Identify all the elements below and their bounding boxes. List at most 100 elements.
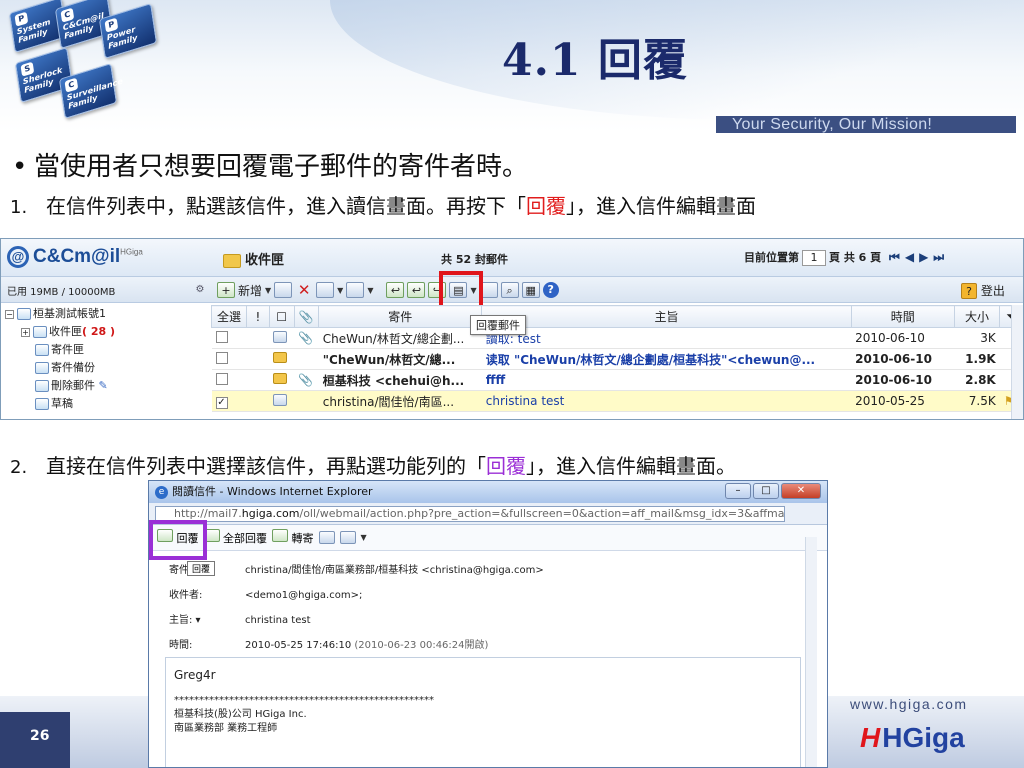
- inbox-icon: [33, 326, 47, 338]
- mark-dropdown-icon[interactable]: ▼: [367, 286, 373, 295]
- subject-toggle[interactable]: 主旨: ▾: [169, 611, 245, 631]
- reply-tooltip: 回覆郵件: [470, 315, 526, 335]
- ie-window-screenshot: e 閱讀信件 - Windows Internet Explorer – □ ✕ ht…: [148, 480, 828, 768]
- message-list-scrollbar[interactable]: [1011, 305, 1023, 419]
- reply-all-icon[interactable]: ↩: [407, 282, 426, 298]
- tree-item-sent[interactable]: 寄件備份: [5, 359, 205, 377]
- sender-header[interactable]: 寄件: [318, 305, 483, 328]
- close-button[interactable]: ✕: [781, 483, 821, 499]
- table-row[interactable]: 📎 桓基科技 <chehui@h... ffff 2010-06-10 2.8K: [211, 369, 1023, 391]
- row-subject[interactable]: 讀取: test: [481, 327, 852, 349]
- table-row[interactable]: 📎 CheWun/林哲文/總企劃... 讀取: test 2010-06-10 …: [211, 327, 1023, 349]
- block-icon[interactable]: [339, 531, 356, 544]
- select-all-header[interactable]: 全選: [210, 305, 248, 328]
- body-separator: ****************************************…: [174, 695, 434, 706]
- row-checkbox-checked[interactable]: ✓: [215, 396, 228, 409]
- row-subject[interactable]: 读取 "CheWun/林哲文/總企劃處/桓基科技"<chewun@...: [481, 348, 852, 370]
- search-icon[interactable]: ⌕: [500, 282, 519, 298]
- flag-header[interactable]: !: [246, 305, 270, 328]
- row-checkbox[interactable]: [215, 330, 228, 343]
- logout-icon: ?: [961, 283, 977, 299]
- minimize-button[interactable]: –: [725, 483, 751, 499]
- step-1: 1. 在信件列表中，點選該信件，進入讀信畫面。再按下「回覆」，進入信件編輯畫面: [10, 194, 756, 218]
- tree-item-outbox[interactable]: 寄件匣: [5, 341, 205, 359]
- quota-text: 已用 19MB / 10000MB: [7, 287, 116, 298]
- reply-icon[interactable]: ↩: [386, 282, 405, 298]
- row-sender: CheWun/林哲文/總企劃...: [318, 327, 482, 349]
- row-sender: christina/閻佳怡/南區...: [318, 390, 482, 412]
- move-icon[interactable]: [274, 282, 293, 298]
- table-header: 全選 ! ☐ 📎 寄件 主旨 時間 大小 ⏷: [210, 305, 1023, 328]
- maximize-button[interactable]: □: [753, 483, 779, 499]
- hgiga-mark-icon: H: [860, 722, 881, 753]
- website-text: www.hgiga.com: [850, 696, 968, 712]
- row-size: 1.9K: [954, 348, 1000, 370]
- attachment-icon: 📎: [294, 327, 319, 349]
- prev-page-icon[interactable]: ◀: [905, 250, 915, 264]
- more-dropdown-icon[interactable]: ▼: [361, 533, 367, 542]
- new-mail-icon[interactable]: +: [217, 282, 235, 298]
- row-checkbox[interactable]: [215, 372, 228, 385]
- folder-icon: [223, 253, 241, 268]
- tree-item-drafts[interactable]: 草稿: [5, 395, 205, 413]
- reply-button-highlight: [149, 520, 207, 560]
- attachment-header-icon[interactable]: 📎: [293, 305, 320, 328]
- reply-all-button[interactable]: 全部回覆: [203, 529, 267, 546]
- table-row[interactable]: "CheWun/林哲文/總... 读取 "CheWun/林哲文/總企劃處/桓基科…: [211, 348, 1023, 370]
- sent-icon: [35, 362, 49, 374]
- help-icon[interactable]: ?: [542, 282, 559, 298]
- toolbar-actions: + 新增 ▼ ✕ ▼ ▼ ↩ ↩ ↪ ▤ ▼ ⌕ ▦ ?: [217, 281, 559, 299]
- slogan-bar: Your Security, Our Mission!: [716, 116, 1016, 133]
- calendar-icon[interactable]: ▦: [521, 282, 540, 298]
- trash-icon: [35, 380, 49, 392]
- folder-tree: − 桓基測試帳號1 + 收件匣( 28 ) 寄件匣 寄件備份 刪除郵件 ✎ 草稿: [5, 305, 205, 413]
- hgiga-logo: HHGiga: [860, 722, 965, 753]
- subject-header[interactable]: 主旨: [481, 305, 852, 328]
- body-line: 桓基科技(股)公司 HGiga Inc.: [174, 709, 307, 720]
- subject-row: 主旨: ▾ christina test: [169, 611, 544, 636]
- pager: 目前位置第 1 頁 共 6 頁 ⏮ ◀ ▶ ⏭: [744, 250, 946, 266]
- page-input[interactable]: 1: [802, 250, 826, 266]
- folder-title: 收件匣: [223, 249, 284, 268]
- tree-item-inbox[interactable]: + 收件匣( 28 ): [5, 323, 205, 341]
- settings-icon[interactable]: ⚙: [191, 282, 209, 298]
- page-number: 26: [0, 712, 70, 768]
- print-icon[interactable]: [318, 531, 335, 544]
- forward-button[interactable]: 轉寄: [272, 529, 314, 546]
- size-header[interactable]: 大小: [953, 305, 1001, 328]
- new-mail-button[interactable]: 新增: [238, 282, 262, 299]
- slide-title: 4.1 回覆: [502, 35, 688, 86]
- delete-icon[interactable]: ✕: [295, 282, 313, 298]
- table-row[interactable]: ✓ christina/閻佳怡/南區... christina test 201…: [211, 390, 1023, 412]
- forward-icon: [272, 529, 288, 542]
- step-2: 2. 直接在信件列表中選擇該信件，再點選功能列的「回覆」，進入信件編輯畫面。: [10, 454, 736, 478]
- page-unit-icon: 頁: [829, 251, 840, 264]
- last-page-icon[interactable]: ⏭: [933, 250, 945, 265]
- tree-item-trash[interactable]: 刪除郵件 ✎: [5, 377, 205, 395]
- webmail-screenshot: @ C&Cm@ilHGiga 收件匣 共 52 封郵件 目前位置第 1 頁 共 6 頁…: [0, 238, 1024, 420]
- ie-titlebar: e 閱讀信件 - Windows Internet Explorer – □ ✕: [149, 481, 827, 503]
- logout-button[interactable]: ? 登出: [961, 282, 1005, 299]
- new-dropdown-icon[interactable]: ▼: [265, 286, 271, 295]
- row-subject[interactable]: christina test: [481, 390, 852, 412]
- tree-account[interactable]: − 桓基測試帳號1: [5, 305, 205, 323]
- first-page-icon[interactable]: ⏮: [889, 250, 901, 265]
- attachment-icon: 📎: [294, 369, 319, 391]
- body-greeting: Greg4r: [174, 668, 216, 682]
- ie-mail-toolbar: 回覆 全部回覆 轉寄 ▼: [149, 525, 827, 551]
- mail-body: Greg4r *********************************…: [165, 657, 801, 767]
- time-header[interactable]: 時間: [850, 305, 955, 328]
- bullet-text: • 當使用者只想要回覆電子郵件的寄件者時。: [12, 152, 529, 182]
- next-page-icon[interactable]: ▶: [919, 250, 929, 264]
- row-checkbox[interactable]: [215, 351, 228, 364]
- type-header-icon[interactable]: ☐: [268, 305, 295, 328]
- ie-scrollbar[interactable]: [805, 537, 817, 767]
- mark-icon[interactable]: [346, 282, 365, 298]
- row-subject[interactable]: ffff: [481, 369, 852, 391]
- broom-icon[interactable]: ✎: [99, 379, 108, 392]
- block-dropdown-icon[interactable]: ▼: [337, 286, 343, 295]
- url-field[interactable]: http://mail7.hgiga.com/oll/webmail/actio…: [155, 506, 785, 522]
- row-time: 2010-06-10: [851, 348, 955, 370]
- block-icon[interactable]: [316, 282, 335, 298]
- row-time: 2010-06-10: [851, 327, 955, 349]
